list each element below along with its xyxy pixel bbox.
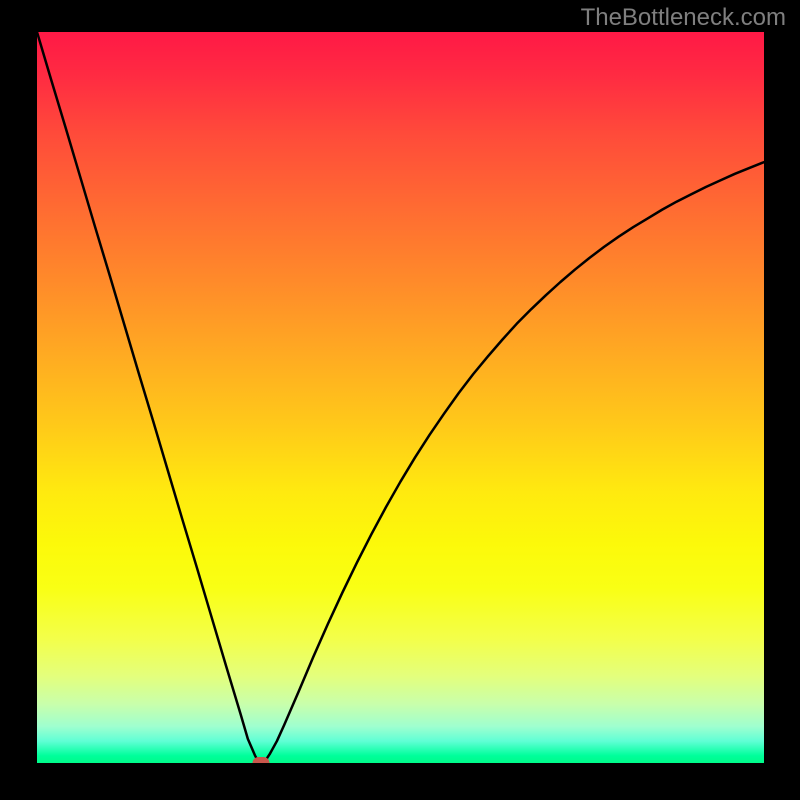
curve-path <box>37 32 764 763</box>
plot-area <box>37 32 764 763</box>
minimum-marker <box>252 757 269 763</box>
watermark-text: TheBottleneck.com <box>581 4 786 32</box>
chart-container: TheBottleneck.com <box>0 0 800 800</box>
curve-svg <box>37 32 764 763</box>
